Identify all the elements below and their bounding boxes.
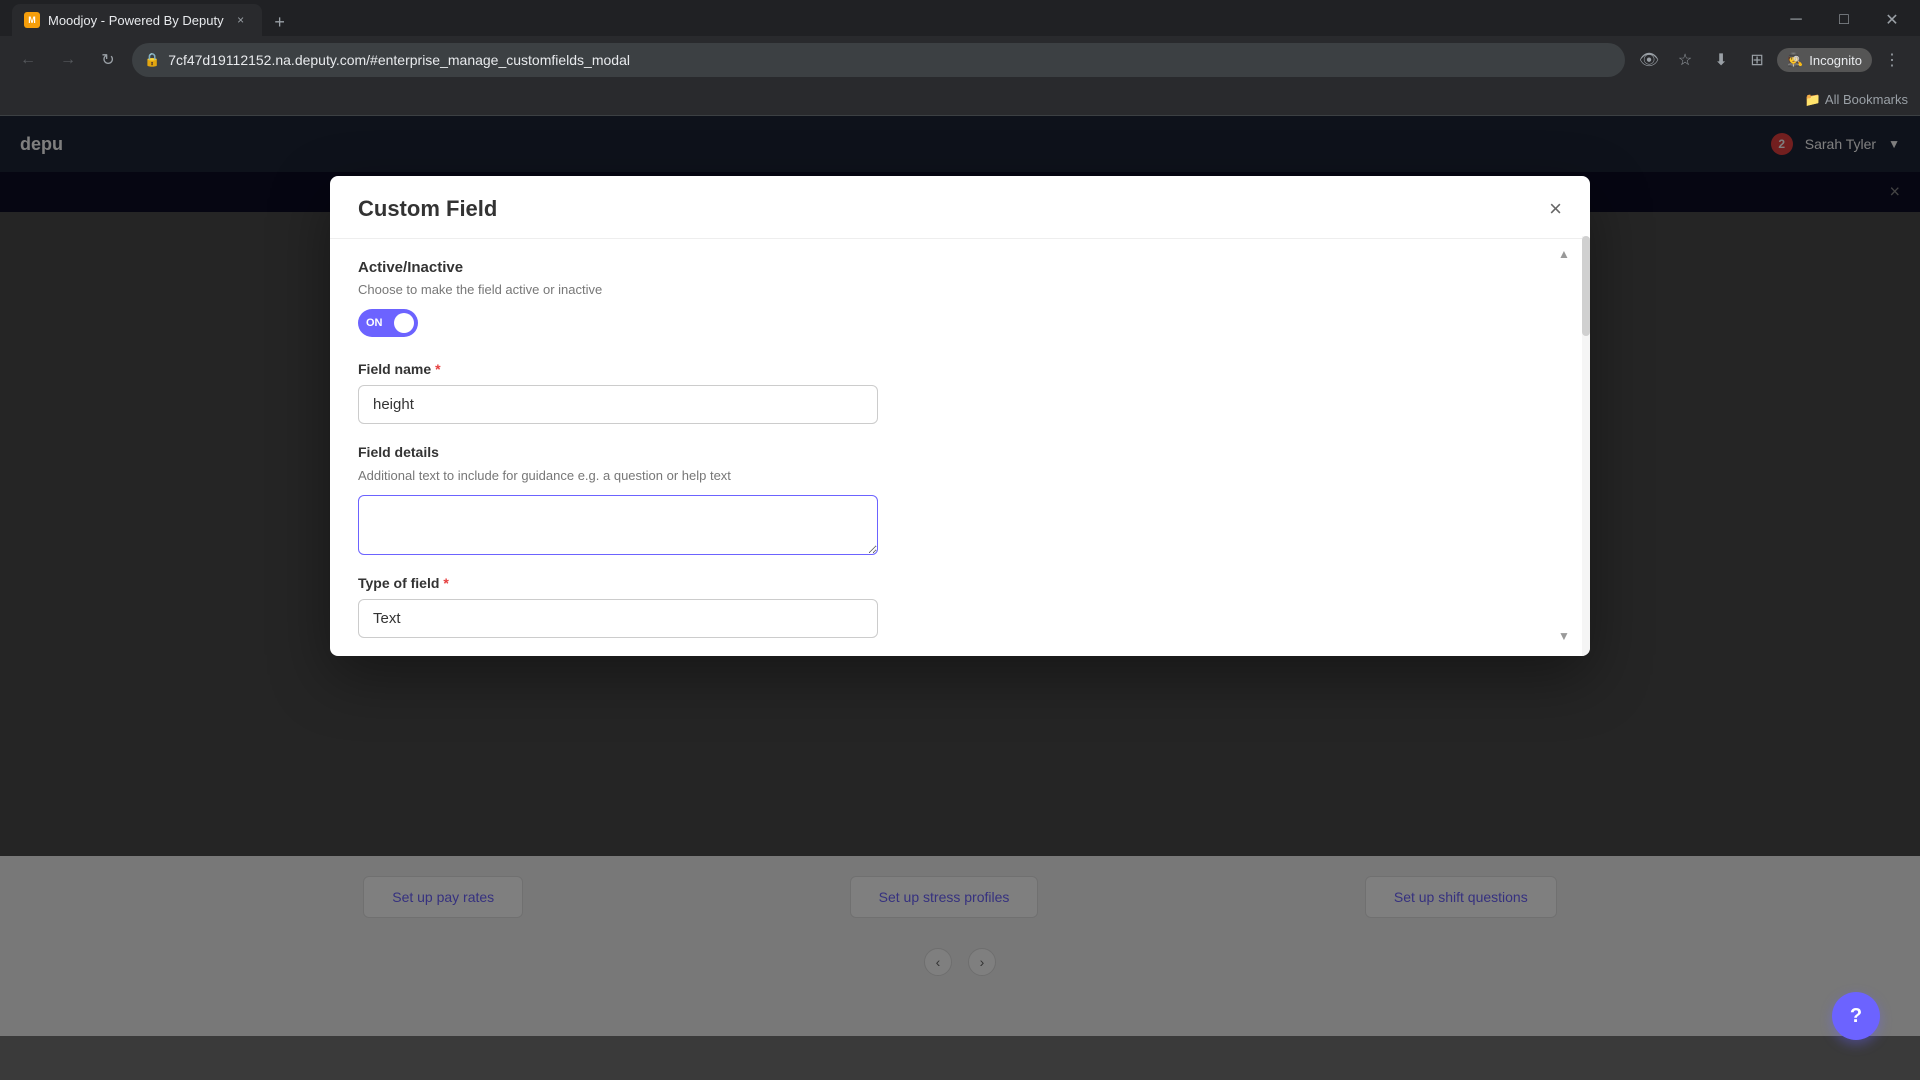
modal-title: Custom Field [358,196,497,222]
field-name-input[interactable] [358,385,878,424]
field-name-required-star: * [435,361,440,377]
toggle-thumb [394,313,414,333]
download-icon[interactable]: ⬇ [1705,44,1737,76]
incognito-badge: 🕵 Incognito [1777,48,1872,72]
maximize-button[interactable]: □ [1828,4,1860,36]
scroll-down-button[interactable]: ▼ [1554,626,1574,646]
reload-button[interactable]: ↻ [92,44,124,76]
modal-scrollbar-thumb[interactable] [1582,236,1590,336]
active-tab[interactable]: M Moodjoy - Powered By Deputy × [12,4,262,36]
tab-title: Moodjoy - Powered By Deputy [48,13,224,28]
forward-button[interactable]: → [52,44,84,76]
active-inactive-description: Choose to make the field active or inact… [358,282,1562,297]
close-window-button[interactable]: ✕ [1876,4,1908,36]
url-text: 7cf47d19112152.na.deputy.com/#enterprise… [168,52,630,68]
browser-toolbar: ← → ↻ 🔒 7cf47d19112152.na.deputy.com/#en… [0,36,1920,84]
toggle-container: ON [358,309,1562,337]
back-button[interactable]: ← [12,44,44,76]
incognito-icon: 🕵 [1787,52,1803,68]
tab-favicon: M [24,12,40,28]
more-menu-button[interactable]: ⋮ [1876,44,1908,76]
toggle-on-label: ON [366,317,383,329]
type-of-field-section: Type of field * [358,575,1562,638]
browser-chrome: M Moodjoy - Powered By Deputy × + ─ □ ✕ … [0,0,1920,116]
type-of-field-input[interactable] [358,599,878,638]
field-name-section: Field name * [358,361,1562,424]
active-toggle[interactable]: ON [358,309,418,337]
all-bookmarks-button[interactable]: 📁 All Bookmarks [1805,92,1908,108]
field-details-description: Additional text to include for guidance … [358,468,1562,483]
type-of-field-required-star: * [443,575,448,591]
custom-field-modal: Custom Field × ▲ Active/Inactive Choose … [330,176,1590,656]
tabs-bar: M Moodjoy - Powered By Deputy × + ─ □ ✕ [0,0,1920,36]
tab-close-button[interactable]: × [232,11,250,29]
field-name-label: Field name * [358,361,1562,377]
help-button[interactable]: ? [1832,992,1880,1040]
active-inactive-section: Active/Inactive Choose to make the field… [358,259,1562,337]
page-background: depu 2 Sarah Tyler ▼ 15 days remaining o… [0,116,1920,1036]
star-icon[interactable]: ☆ [1669,44,1701,76]
eyeslash-icon[interactable]: 👁 [1633,44,1665,76]
active-inactive-title: Active/Inactive [358,259,1562,276]
type-of-field-label: Type of field * [358,575,1562,591]
lock-icon: 🔒 [144,52,160,68]
modal-body: Active/Inactive Choose to make the field… [330,239,1590,656]
field-details-textarea[interactable] [358,495,878,555]
minimize-button[interactable]: ─ [1780,4,1812,36]
extensions-icon[interactable]: ⊞ [1741,44,1773,76]
field-details-section: Field details Additional text to include… [358,444,1562,555]
address-bar[interactable]: 🔒 7cf47d19112152.na.deputy.com/#enterpri… [132,43,1625,77]
modal-overlay: Custom Field × ▲ Active/Inactive Choose … [0,116,1920,1036]
folder-icon: 📁 [1805,92,1821,108]
bookmarks-bar: 📁 All Bookmarks [0,84,1920,116]
modal-scrollbar-track [1582,236,1590,656]
modal-close-button[interactable]: × [1549,198,1562,220]
toolbar-icons: 👁 ☆ ⬇ ⊞ 🕵 Incognito ⋮ [1633,44,1908,76]
field-details-label: Field details [358,444,1562,460]
modal-header: Custom Field × [330,176,1590,239]
new-tab-button[interactable]: + [266,8,294,36]
type-of-field-dropdown-wrapper [358,599,878,638]
